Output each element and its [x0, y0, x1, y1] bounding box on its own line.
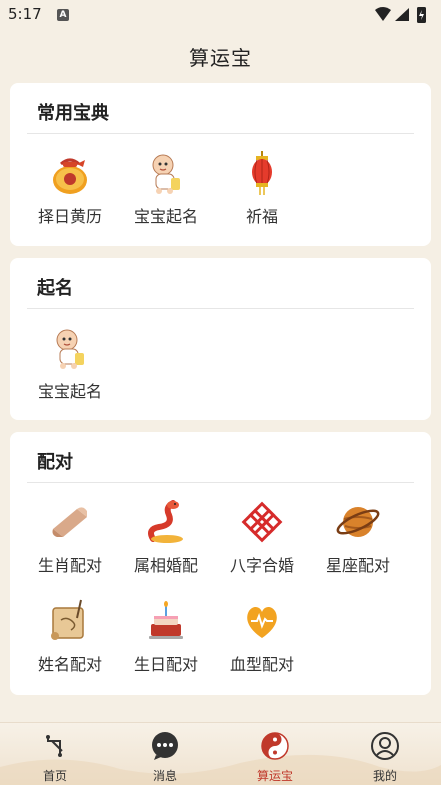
- item-constellation-pairing[interactable]: 星座配对: [310, 499, 406, 589]
- item-label: 星座配对: [325, 556, 390, 575]
- nav-label: 首页: [42, 769, 67, 783]
- item-baby-naming[interactable]: 宝宝起名: [22, 325, 118, 415]
- status-bar: 5:17 A: [0, 0, 441, 30]
- divider: [27, 308, 414, 309]
- a-icon: A: [57, 9, 69, 21]
- page-title: 算运宝: [189, 46, 252, 70]
- snake-icon: [148, 500, 183, 543]
- divider: [27, 133, 414, 134]
- planet-icon: [336, 507, 380, 537]
- nav-home[interactable]: 首页: [20, 729, 90, 783]
- item-birthday-pairing[interactable]: 生日配对: [118, 598, 214, 688]
- yin-yang-icon: [261, 732, 289, 760]
- item-label: 属相婚配: [133, 556, 198, 575]
- signal-icon: [395, 8, 409, 21]
- parchment-icon: [51, 599, 84, 640]
- birthday-cake-icon: [149, 601, 183, 639]
- chinese-knot-icon: [241, 501, 283, 543]
- baby-icon: [152, 154, 180, 194]
- nav-suanyunbao[interactable]: 算运宝: [240, 729, 310, 783]
- message-icon: [152, 732, 178, 760]
- baby-icon: [56, 329, 84, 369]
- item-lucky-calendar[interactable]: 择日黄历: [22, 150, 118, 240]
- nav-label: 我的: [372, 769, 397, 783]
- section-title: 起名: [37, 278, 73, 299]
- item-label: 血型配对: [229, 655, 294, 674]
- section-title: 常用宝典: [37, 103, 109, 124]
- section-title: 配对: [37, 452, 73, 473]
- item-label: 姓名配对: [37, 655, 102, 674]
- item-prayer[interactable]: 祈福: [214, 150, 310, 240]
- divider: [27, 482, 414, 483]
- item-label: 宝宝起名: [37, 382, 102, 401]
- item-bazi-marriage[interactable]: 八字合婚: [214, 499, 310, 589]
- item-label: 生日配对: [133, 655, 198, 674]
- home-icon: [46, 735, 63, 757]
- status-time: 5:17: [8, 5, 42, 23]
- item-blood-type-pairing[interactable]: 血型配对: [214, 598, 310, 688]
- bottom-nav: 首页 消息 算运宝 我的: [0, 722, 441, 785]
- item-label: 八字合婚: [229, 556, 294, 575]
- item-label: 宝宝起名: [133, 207, 198, 226]
- lantern-icon: [252, 151, 272, 195]
- item-zodiac-pairing[interactable]: 生肖配对: [22, 499, 118, 589]
- status-icons: [375, 7, 426, 23]
- wifi-icon: [375, 7, 391, 21]
- nav-messages[interactable]: 消息: [130, 729, 200, 783]
- item-name-pairing[interactable]: 姓名配对: [22, 598, 118, 688]
- nav-label: 消息: [152, 769, 177, 783]
- lucky-bag-icon: [53, 158, 87, 194]
- section-naming: 起名 宝宝起名: [10, 258, 431, 420]
- heart-icon: [247, 606, 277, 638]
- item-label: 择日黄历: [37, 207, 102, 226]
- section-common: 常用宝典 择日黄历 宝宝起名 祈福: [10, 83, 431, 246]
- section-pairing: 配对 生肖配对 属相婚配 八字合婚 星座配对 姓名配对 生日配对 血型配对: [10, 432, 431, 695]
- profile-icon: [371, 732, 399, 760]
- scroll-icon: [52, 507, 87, 537]
- item-label: 祈福: [245, 207, 278, 226]
- nav-label: 算运宝: [256, 769, 293, 783]
- item-label: 生肖配对: [37, 556, 102, 575]
- item-sign-marriage[interactable]: 属相婚配: [118, 499, 214, 589]
- item-baby-naming[interactable]: 宝宝起名: [118, 150, 214, 240]
- nav-profile[interactable]: 我的: [350, 729, 420, 783]
